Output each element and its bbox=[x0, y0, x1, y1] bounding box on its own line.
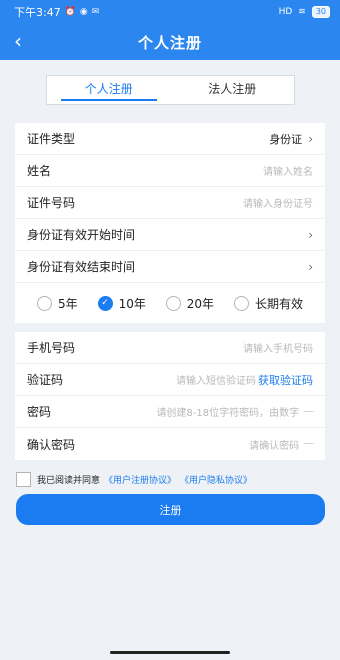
id-number-row: 证件号码 请输入身份证号 bbox=[15, 187, 325, 219]
radio-permanent[interactable]: 长期有效 bbox=[233, 295, 303, 312]
radio-5-years[interactable]: 5年 bbox=[37, 295, 78, 312]
radio-label: 10年 bbox=[118, 296, 146, 311]
radio-label: 5年 bbox=[58, 296, 78, 311]
chevron-right-icon: › bbox=[308, 227, 313, 242]
radio-20-years[interactable]: 20年 bbox=[165, 295, 215, 312]
tab-legal-person[interactable]: 法人注册 bbox=[171, 76, 295, 104]
name-row: 姓名 请输入姓名 bbox=[15, 155, 325, 187]
name-label: 姓名 bbox=[27, 164, 52, 178]
code-label: 验证码 bbox=[27, 373, 64, 387]
id-type-row[interactable]: 证件类型 身份证 › bbox=[15, 123, 325, 155]
phone-label: 手机号码 bbox=[27, 341, 76, 355]
valid-end-row[interactable]: 身份证有效结束时间 › bbox=[15, 251, 325, 283]
radio-circle-icon bbox=[233, 295, 249, 311]
password-row: 密码 请创建8-18位字符密码，由数字 ⌣⌣ bbox=[15, 396, 325, 428]
phone-row: 手机号码 请输入手机号码 bbox=[15, 332, 325, 364]
id-type-label: 证件类型 bbox=[27, 132, 76, 146]
agreement-text: 我已阅读并同意 bbox=[37, 476, 101, 486]
radio-label: 长期有效 bbox=[254, 296, 303, 311]
valid-start-row[interactable]: 身份证有效开始时间 › bbox=[15, 219, 325, 251]
code-row: 验证码 请输入短信验证码 获取验证码 bbox=[15, 364, 325, 396]
name-input[interactable]: 请输入姓名 bbox=[263, 163, 313, 178]
agree-checkbox[interactable] bbox=[16, 472, 31, 487]
radio-circle-icon bbox=[165, 295, 181, 311]
valid-end-label: 身份证有效结束时间 bbox=[27, 260, 136, 274]
get-code-button[interactable]: 获取验证码 bbox=[258, 372, 313, 388]
confirm-password-label: 确认密码 bbox=[27, 437, 76, 452]
chevron-right-icon: › bbox=[308, 131, 313, 146]
radio-10-years[interactable]: ✓ 10年 bbox=[97, 295, 146, 312]
id-number-label: 证件号码 bbox=[27, 196, 76, 210]
user-agreement-link[interactable]: 《用户注册协议》 bbox=[104, 473, 176, 486]
privacy-agreement-link[interactable]: 《用户隐私协议》 bbox=[180, 473, 252, 486]
identity-card: 证件类型 身份证 › 姓名 请输入姓名 证件号码 请输入身份证号 身份证有效开始… bbox=[15, 123, 325, 323]
code-input[interactable]: 请输入短信验证码 bbox=[176, 372, 256, 387]
confirm-password-row: 确认密码 请确认密码 ⌣⌣ bbox=[15, 428, 325, 460]
radio-label: 20年 bbox=[186, 296, 215, 311]
chevron-right-icon: › bbox=[308, 259, 313, 274]
network-indicator: HD bbox=[278, 7, 293, 17]
tab-personal[interactable]: 个人注册 bbox=[47, 76, 171, 104]
home-indicator bbox=[110, 651, 230, 654]
status-right: HD ≋ 30 bbox=[279, 6, 330, 18]
battery-icon: 30 bbox=[311, 6, 330, 18]
password-label: 密码 bbox=[27, 405, 52, 419]
eye-closed-icon[interactable]: ⌣⌣ bbox=[303, 407, 314, 417]
nav-bar: ‹ 个人注册 bbox=[0, 24, 340, 60]
agreement: 我已阅读并同意 《用户注册协议》 《用户隐私协议》 bbox=[16, 472, 252, 487]
page-title: 个人注册 bbox=[137, 33, 202, 52]
validity-options: 5年 ✓ 10年 20年 长期有效 bbox=[15, 283, 325, 323]
alarm-icon: ⏰ bbox=[64, 7, 76, 17]
wifi-icon: ≋ bbox=[298, 7, 306, 17]
eye-closed-icon[interactable]: ⌣⌣ bbox=[303, 439, 314, 449]
check-icon: ✓ bbox=[97, 295, 113, 311]
registration-tabs: 个人注册 法人注册 bbox=[46, 75, 295, 105]
password-input[interactable]: 请创建8-18位字符密码，由数字 bbox=[156, 404, 299, 419]
status-time: 下午3:47 bbox=[14, 6, 61, 19]
id-type-value: 身份证 bbox=[269, 132, 303, 146]
confirm-password-input[interactable]: 请确认密码 bbox=[249, 437, 299, 452]
notification-icon: ◉ bbox=[79, 7, 88, 17]
mail-icon: ✉ bbox=[91, 7, 100, 17]
valid-start-label: 身份证有效开始时间 bbox=[27, 228, 136, 242]
account-card: 手机号码 请输入手机号码 验证码 请输入短信验证码 获取验证码 密码 请创建8-… bbox=[15, 332, 325, 460]
status-bar: 下午3:47 ⏰ ◉ ✉ HD ≋ 30 bbox=[0, 0, 340, 24]
phone-input[interactable]: 请输入手机号码 bbox=[243, 340, 313, 355]
id-number-input[interactable]: 请输入身份证号 bbox=[243, 195, 313, 210]
chevron-left-icon[interactable]: ‹ bbox=[14, 30, 22, 52]
register-button[interactable]: 注册 bbox=[16, 494, 325, 525]
radio-circle-icon bbox=[37, 295, 52, 311]
